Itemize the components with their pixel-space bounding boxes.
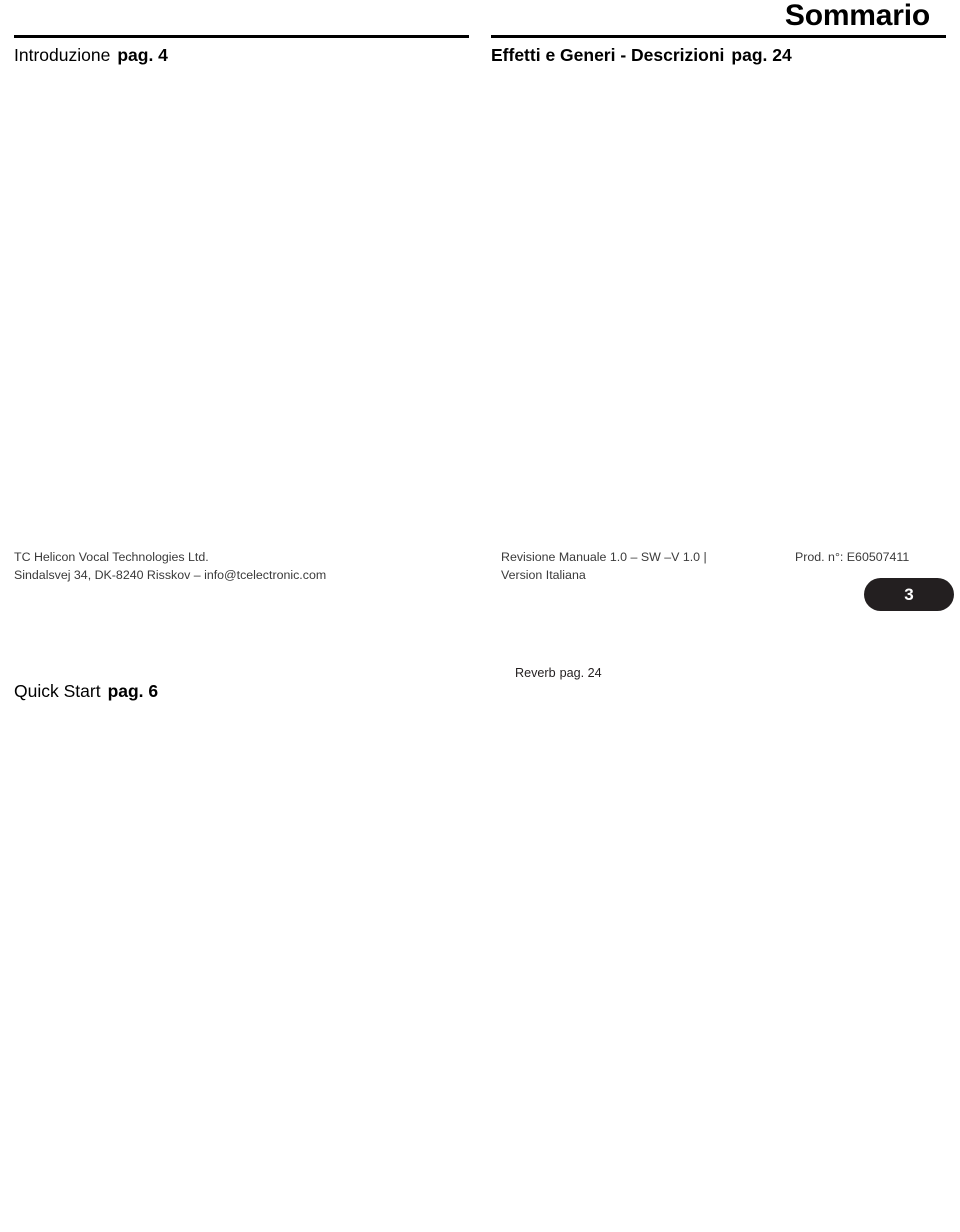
toc-group: Quick Start.............................… [14,680,469,1232]
toc-entry-label: Introduzione [14,45,111,65]
footer-version-line: Version Italiana [501,568,586,582]
toc-subentry-page: pag. 24 [559,666,602,680]
toc-subentry-label: Reverb [515,666,556,680]
page-footer: TC Helicon Vocal Technologies Ltd. Sinda… [0,548,960,616]
page-title: Sommario [784,0,930,32]
footer-revision-block: Revisione Manuale 1.0 – SW –V 1.0 | Vers… [501,548,707,584]
toc-group: Effetti e Generi - Descrizioni..........… [491,44,946,1232]
toc-entry-label: Effetti e Generi - Descrizioni [491,45,725,65]
header-rule-right [491,35,946,38]
toc-column-left: Introduzione............................… [14,44,469,1232]
toc-column-right: Effetti e Generi - Descrizioni..........… [491,44,946,1232]
document-page: Sommario Introduzione...................… [0,0,960,701]
page-number-badge: 3 [864,578,954,611]
footer-company-name: TC Helicon Vocal Technologies Ltd. [14,550,209,564]
toc-spacer [14,660,469,680]
footer-company-address: Sindalsvej 34, DK-8240 Risskov – info@tc… [14,568,327,582]
toc-entry[interactable]: Quick Start.............................… [14,680,469,1232]
page-number-badge-label: 3 [904,584,914,604]
toc-subentry[interactable]: Reverb..................................… [491,664,946,1232]
footer-product-number: Prod. n°: E60507411 [795,550,910,564]
footer-revision-line: Revisione Manuale 1.0 – SW –V 1.0 | [501,550,707,564]
toc-entry-label: Quick Start [14,681,101,701]
footer-company-block: TC Helicon Vocal Technologies Ltd. Sinda… [14,548,326,584]
header-rule-left [14,35,469,38]
